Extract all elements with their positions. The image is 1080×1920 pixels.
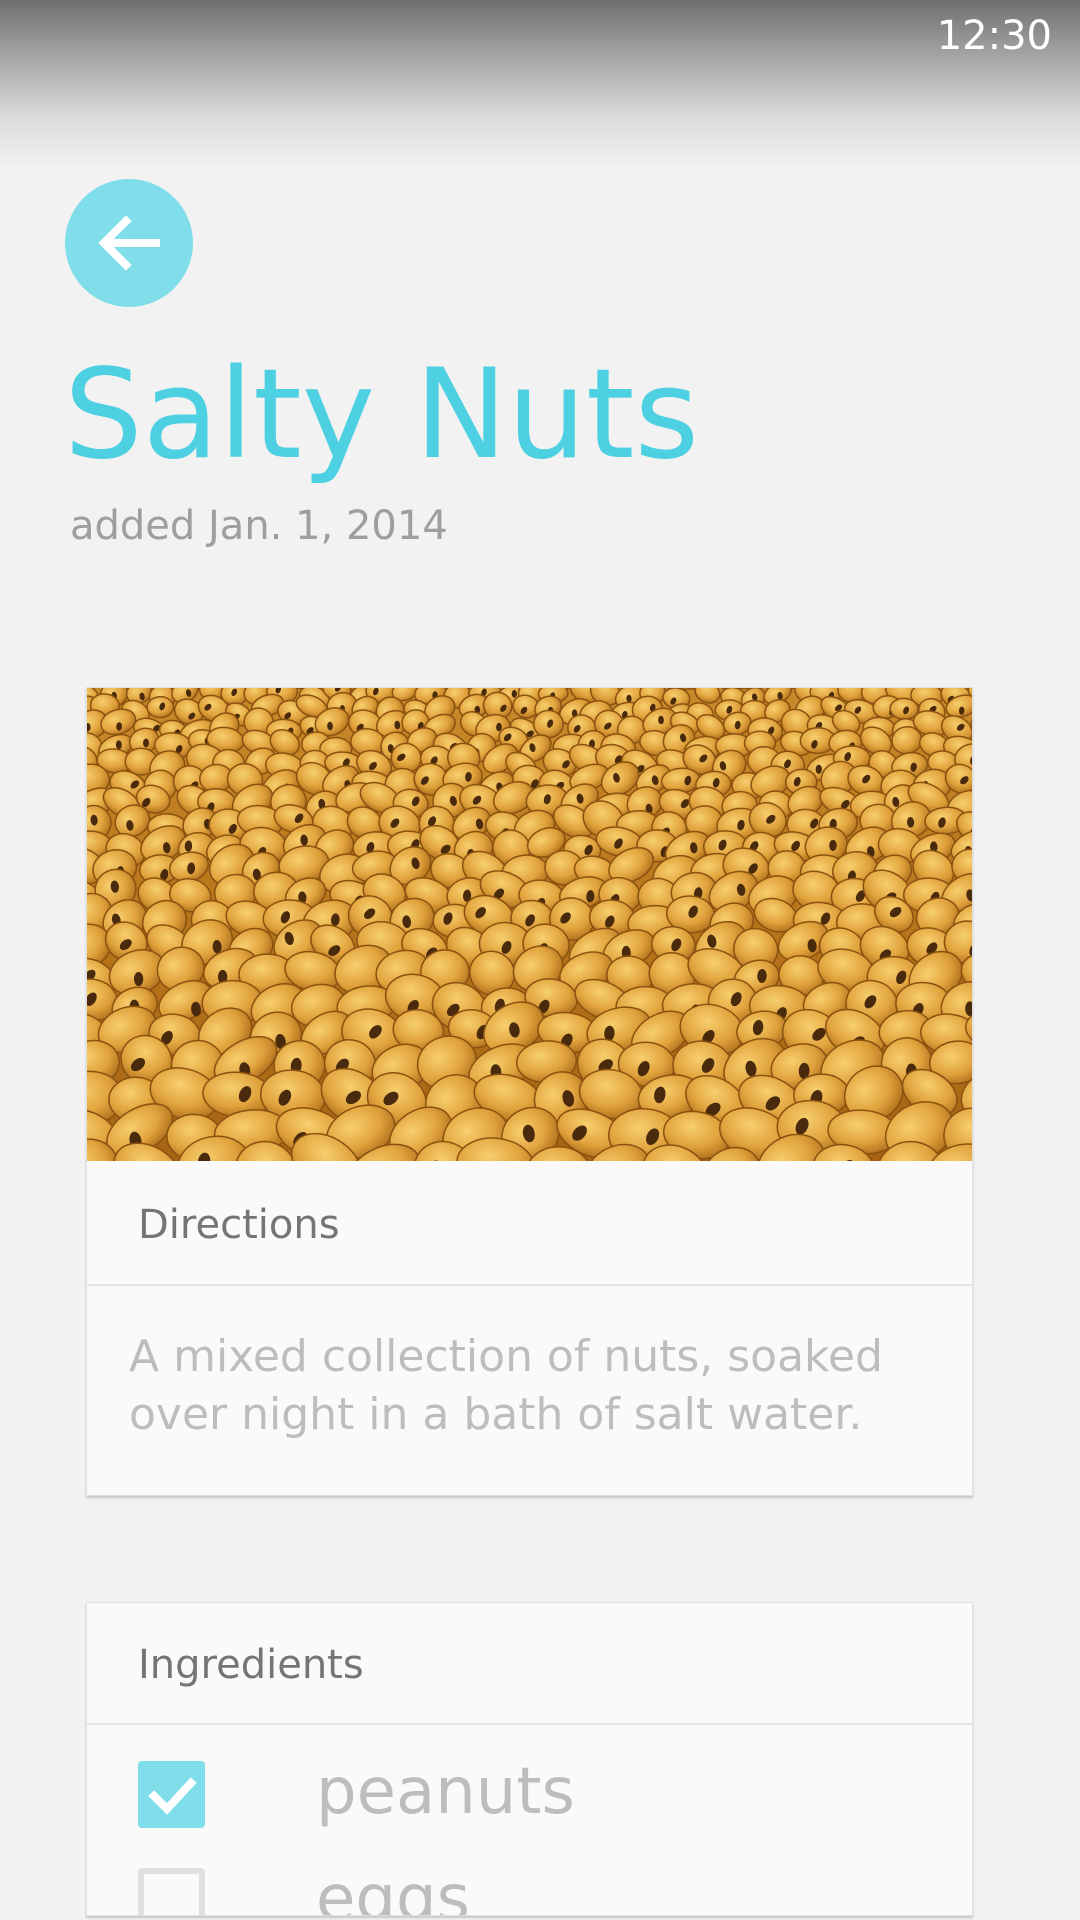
back-button[interactable] bbox=[65, 179, 193, 307]
ingredient-label: peanuts bbox=[316, 1755, 575, 1829]
page-title: Salty Nuts bbox=[64, 343, 700, 487]
arrow-left-icon bbox=[98, 215, 160, 271]
ingredients-card: Ingredients peanuts eggs bbox=[86, 1602, 973, 1916]
status-bar bbox=[0, 0, 1080, 170]
directions-text: A mixed collection of nuts, soaked over … bbox=[129, 1331, 883, 1440]
ingredients-header: Ingredients bbox=[87, 1603, 972, 1725]
ingredient-checkbox-checked[interactable] bbox=[138, 1761, 205, 1828]
added-date: added Jan. 1, 2014 bbox=[70, 503, 448, 549]
ingredient-label: eggs bbox=[316, 1862, 470, 1916]
checkmark-icon bbox=[147, 1776, 197, 1815]
ingredient-checkbox-unchecked[interactable] bbox=[138, 1868, 205, 1915]
ingredient-row[interactable]: peanuts bbox=[87, 1726, 972, 1856]
ingredients-title: Ingredients bbox=[138, 1642, 364, 1688]
status-time: 12:30 bbox=[936, 13, 1052, 59]
ingredient-row[interactable]: eggs bbox=[87, 1856, 972, 1916]
directions-card: Directions A mixed collection of nuts, s… bbox=[86, 687, 973, 1496]
nuts-photo bbox=[87, 688, 972, 1161]
recipe-image bbox=[87, 688, 972, 1161]
directions-title: Directions bbox=[138, 1202, 340, 1248]
directions-header: Directions bbox=[87, 1161, 972, 1286]
